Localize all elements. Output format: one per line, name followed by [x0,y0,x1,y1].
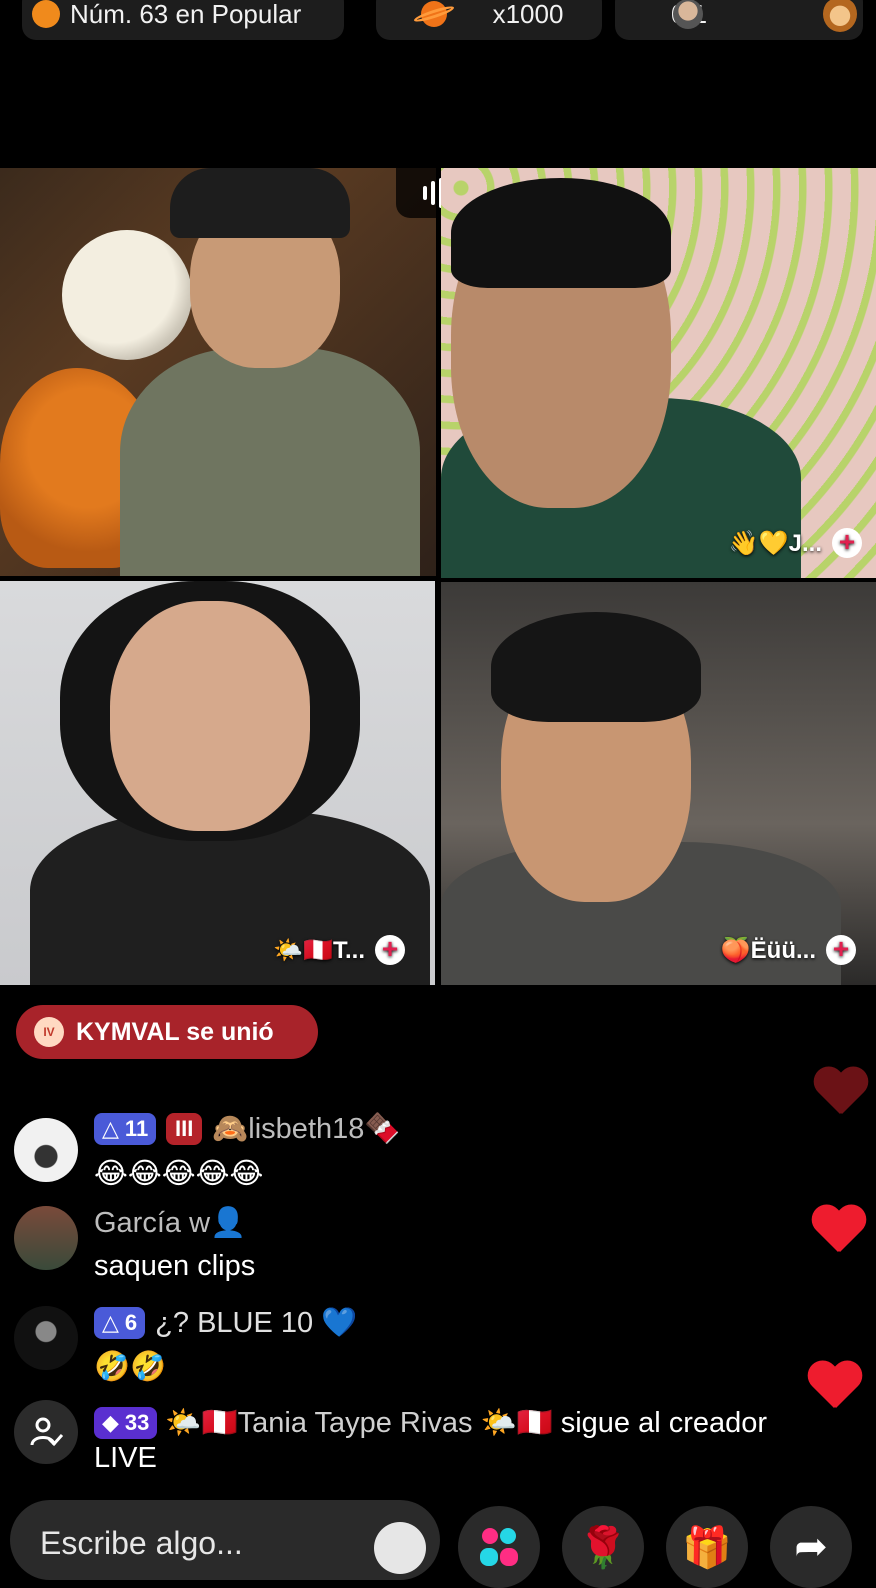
heart-icon [812,1068,868,1118]
hair [451,178,671,288]
joined-text: KYMVAL se unió [76,1017,274,1046]
guest-tag[interactable]: 👋💛J... + [729,528,862,558]
level-number: 6 [124,1310,138,1335]
video-tile-host[interactable] [0,168,436,576]
comment-header: García w👤 [94,1206,246,1240]
live-label: LIVE [94,1442,157,1474]
user-level-badge: △ 6 [94,1307,146,1339]
comment-item[interactable]: △ 6 ¿? BLUE 10 💙 🤣🤣 [14,1306,854,1383]
planet-icon [415,0,453,29]
heart-icon [810,1206,866,1256]
follow-plus-icon[interactable]: + [375,935,405,965]
comment-user[interactable]: ¿? BLUE 10 💙 [155,1306,357,1340]
rank-text: Núm. 63 en Popular [70,0,302,29]
comment-user[interactable]: García w👤 [94,1206,246,1240]
person-body [120,348,420,576]
avatar[interactable] [14,1306,78,1370]
comment-text: saquen clips [94,1250,256,1282]
comment-item[interactable]: García w👤 saquen clips [14,1206,854,1282]
comment-text: 😂😂😂😂😂 [94,1158,264,1190]
user-level-badge: △ 11 [94,1113,157,1145]
moon-lamp [62,230,192,360]
guest-name: 🌤️🇵🇪T... [273,936,365,964]
follow-plus-icon[interactable]: + [826,935,856,965]
guest-name: 🍑Ëüü... [720,936,816,964]
level-badge: IV [34,1017,64,1047]
gift-button[interactable]: 🎁 [666,1506,748,1588]
comment-user[interactable]: 🌤️🇵🇪Tania Taype Rivas 🌤️🇵🇪 [165,1406,552,1440]
multiplier-pill[interactable]: x1000 [376,0,602,40]
guest-name: 👋💛J... [728,529,822,557]
gift-level-badge: ◆ 33 [94,1407,158,1439]
avatar[interactable] [14,1118,78,1182]
popular-rank-pill[interactable]: Núm. 63 en Popular [22,0,344,40]
comment-user[interactable]: 🙈lisbeth18🍫 [212,1112,400,1146]
rose-icon: 🌹 [578,1525,628,1570]
video-tile-guest-3[interactable]: 🍑Ëüü... + [441,582,876,985]
rose-gift-button[interactable]: 🌹 [562,1506,644,1588]
person-head [110,601,310,831]
video-tile-guest-1[interactable]: 👋💛J... + [441,168,876,578]
follow-user-icon[interactable] [14,1400,78,1464]
guest-tag[interactable]: 🍑Ëüü... + [721,935,856,965]
comment-header: △ 11 III 🙈lisbeth18🍫 [94,1112,401,1146]
follow-plus-icon[interactable]: + [832,528,862,558]
emoji-icon[interactable] [374,1522,426,1574]
avatar[interactable] [14,1206,78,1270]
flame-icon [32,0,60,28]
cap [170,168,350,238]
multi-guest-button[interactable] [458,1506,540,1588]
comment-header: ◆ 33 🌤️🇵🇪Tania Taype Rivas 🌤️🇵🇪 sigue al… [94,1406,767,1440]
heart-icon [806,1362,862,1412]
multiplier-text: x1000 [492,0,564,29]
user-check-icon [30,1417,63,1447]
comment-text: 🤣🤣 [94,1351,167,1383]
level-number: 11 [124,1116,149,1141]
guests-pill[interactable]: 0/1 [615,0,863,40]
guest-avatar [673,0,703,29]
video-tile-guest-2[interactable]: 🌤️🇵🇪T... + [0,581,435,985]
comment-item[interactable]: △ 11 III 🙈lisbeth18🍫 😂😂😂😂😂 [14,1112,854,1190]
share-button[interactable]: ➦ [770,1506,852,1588]
system-comment: ◆ 33 🌤️🇵🇪Tania Taype Rivas 🌤️🇵🇪 sigue al… [94,1406,874,1476]
fan-badge: III [166,1113,203,1145]
level-number: 33 [124,1410,150,1435]
share-icon: ➦ [794,1525,828,1569]
guest-tag[interactable]: 🌤️🇵🇪T... + [273,935,405,965]
people-icon [480,1528,518,1566]
user-joined-banner: IV KYMVAL se unió [16,1005,318,1059]
comment-text: sigue al creador [560,1406,768,1439]
gift-icon: 🎁 [682,1525,732,1570]
comment-header: △ 6 ¿? BLUE 10 💙 [94,1306,357,1340]
hair [491,612,701,722]
lion-icon [823,0,857,32]
